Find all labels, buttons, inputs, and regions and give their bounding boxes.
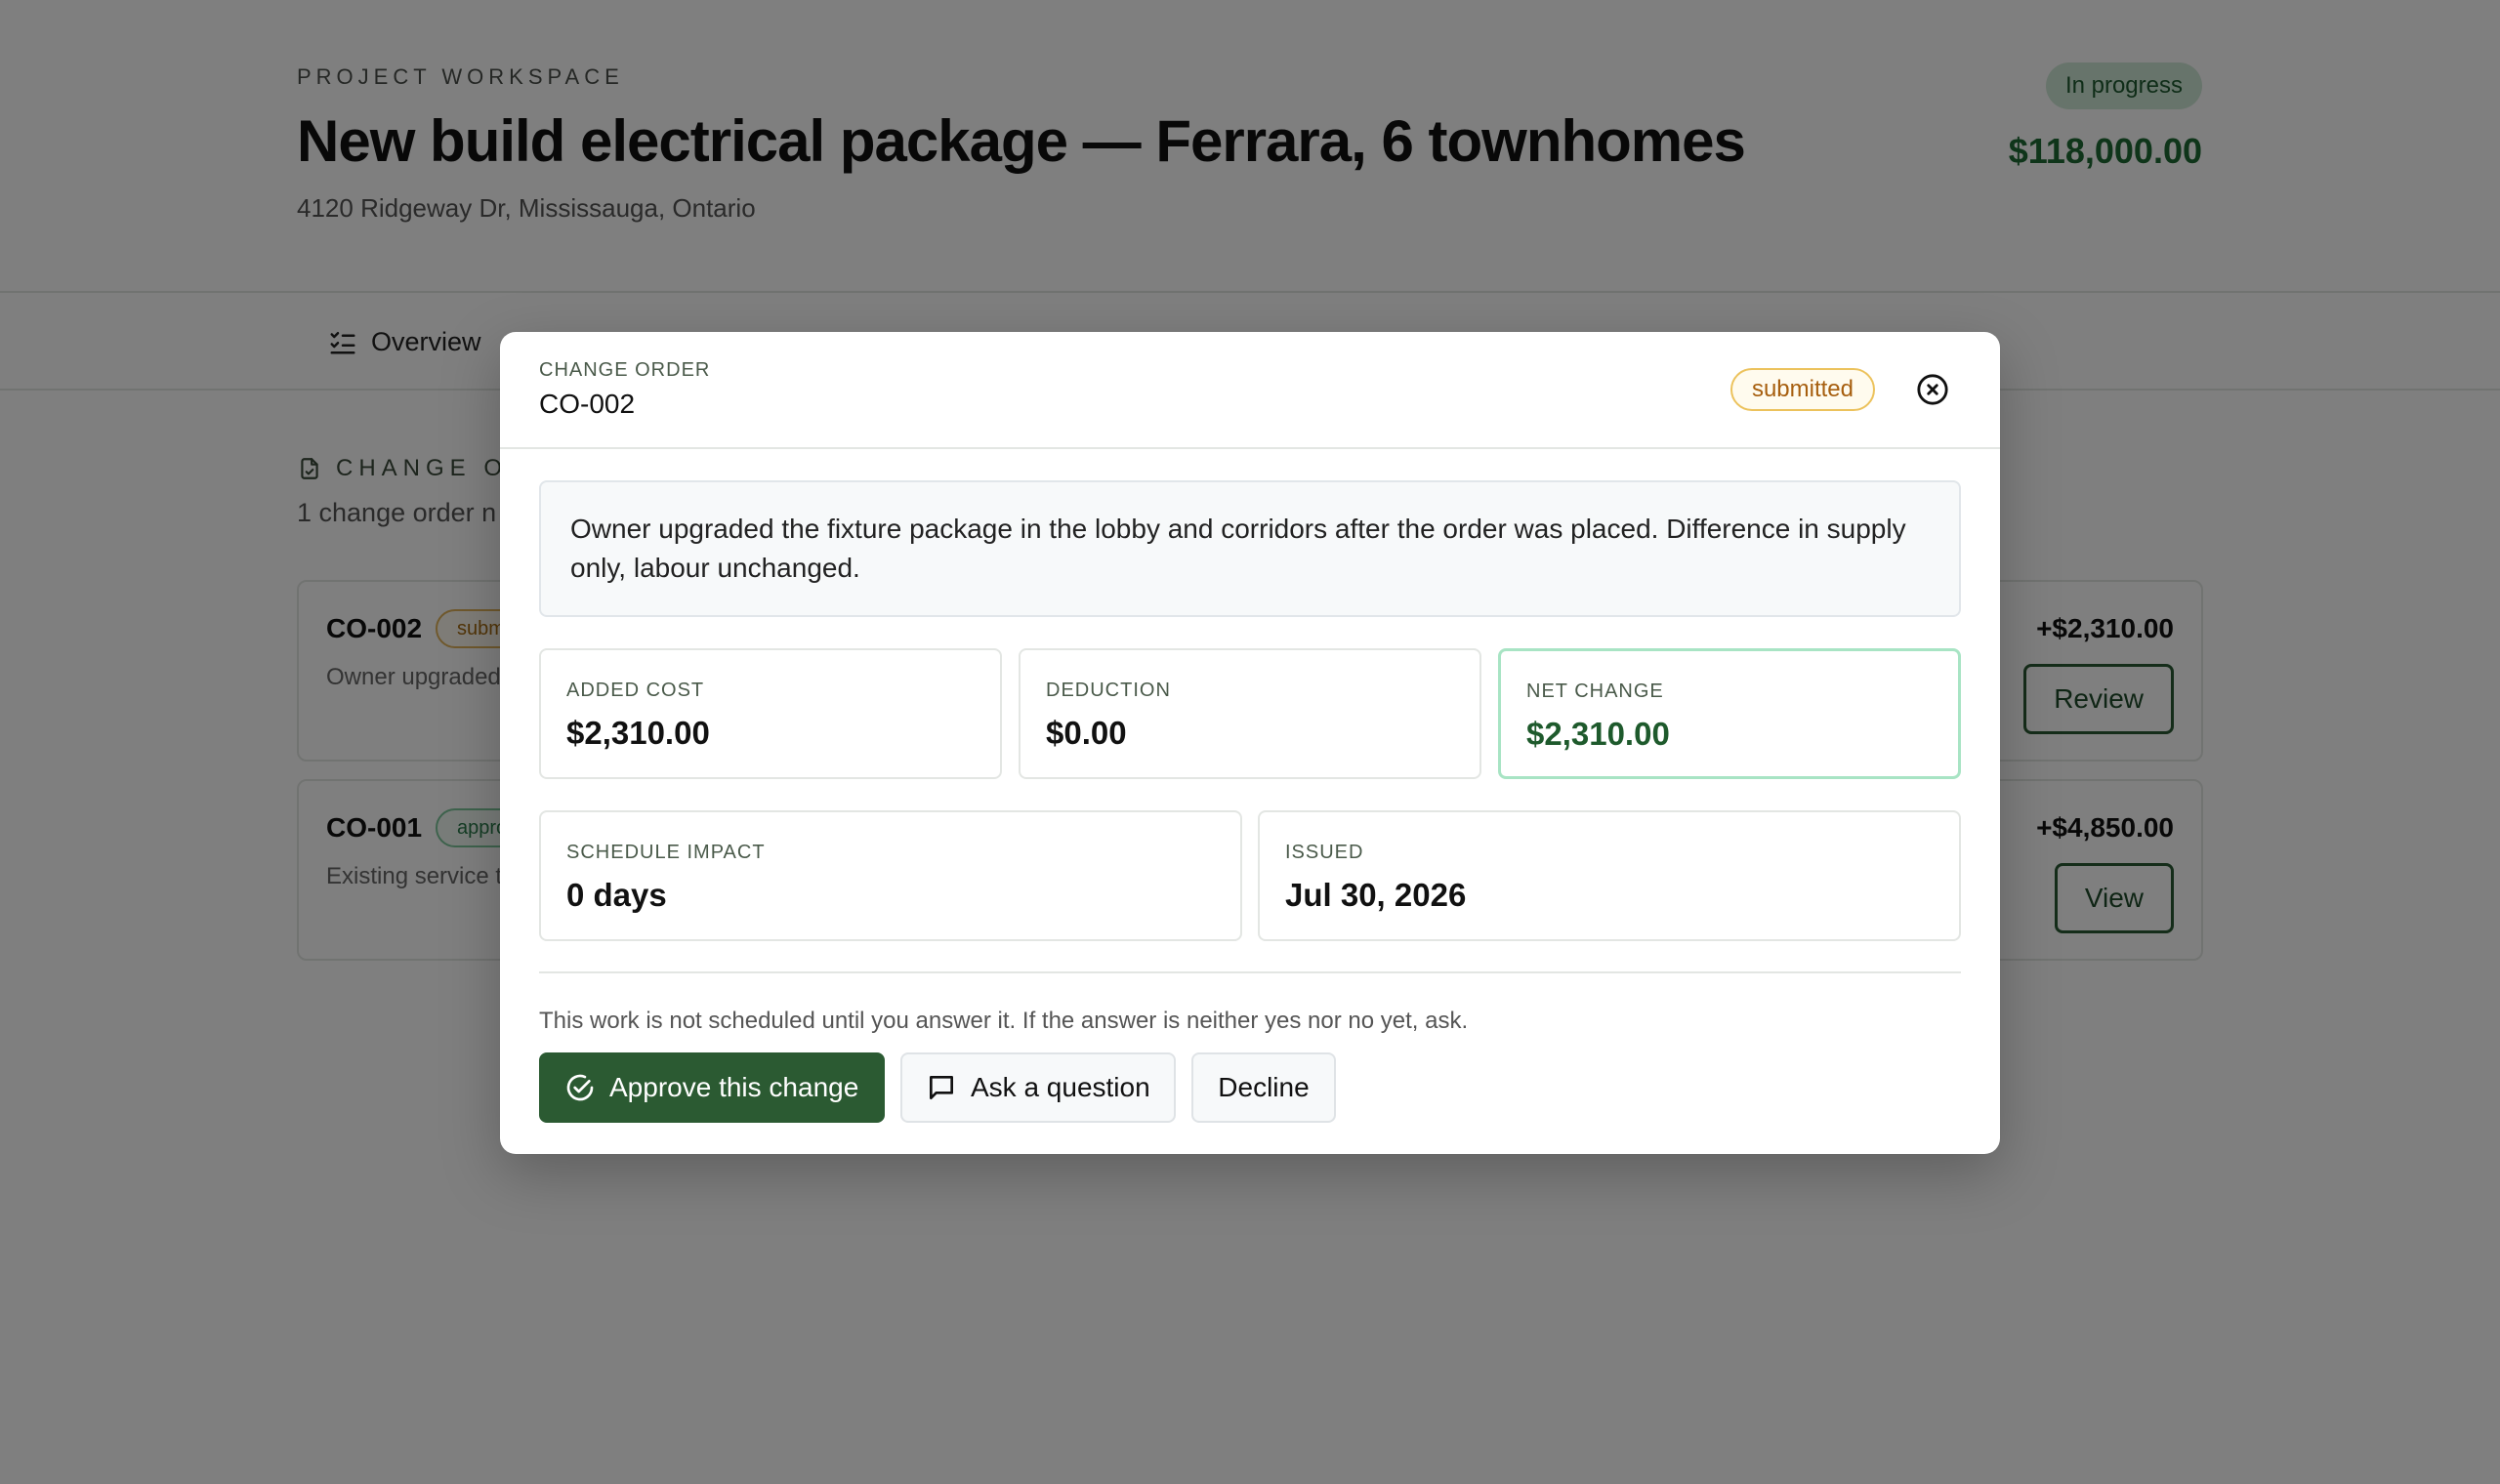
stat-value: 0 days xyxy=(566,877,667,913)
decline-button-label: Decline xyxy=(1218,1072,1310,1102)
issued-date-stat: ISSUED Jul 30, 2026 xyxy=(1258,810,1961,941)
close-icon[interactable] xyxy=(1916,373,1949,406)
stat-label: SCHEDULE IMPACT xyxy=(566,842,766,863)
ask-question-button[interactable]: Ask a question xyxy=(900,1052,1176,1123)
deduction-stat: DEDUCTION $0.00 xyxy=(1019,648,1481,779)
modal-header: CHANGE ORDER CO-002 submitted xyxy=(500,332,2000,449)
stat-label: DEDUCTION xyxy=(1046,680,1171,701)
modal-eyebrow: CHANGE ORDER xyxy=(539,359,711,381)
divider xyxy=(539,971,1961,973)
stat-label: ISSUED xyxy=(1285,842,1364,863)
stat-value: $0.00 xyxy=(1046,715,1127,751)
decline-button[interactable]: Decline xyxy=(1191,1052,1336,1123)
added-cost-stat: ADDED COST $2,310.00 xyxy=(539,648,1002,779)
stat-value: $2,310.00 xyxy=(566,715,710,751)
change-order-note: Owner upgraded the fixture package in th… xyxy=(539,480,1961,617)
stat-value: $2,310.00 xyxy=(1526,716,1670,752)
modal-hint: This work is not scheduled until you ans… xyxy=(539,1008,1469,1034)
schedule-impact-stat: SCHEDULE IMPACT 0 days xyxy=(539,810,1242,941)
chat-bubble-icon xyxy=(930,1076,953,1099)
status-badge: submitted xyxy=(1729,368,1875,411)
net-change-stat: NET CHANGE $2,310.00 xyxy=(1498,648,1961,779)
modal-title: CO-002 xyxy=(539,389,636,419)
stat-label: ADDED COST xyxy=(566,680,705,701)
change-order-modal: CHANGE ORDER CO-002 submitted Owner upgr… xyxy=(500,332,2000,1154)
stat-value: Jul 30, 2026 xyxy=(1285,877,1467,913)
ask-question-button-label: Ask a question xyxy=(971,1072,1150,1102)
check-circle-icon xyxy=(566,1074,594,1101)
stat-label: NET CHANGE xyxy=(1526,680,1664,702)
approve-button[interactable]: Approve this change xyxy=(539,1052,885,1123)
approve-button-label: Approve this change xyxy=(609,1072,859,1102)
